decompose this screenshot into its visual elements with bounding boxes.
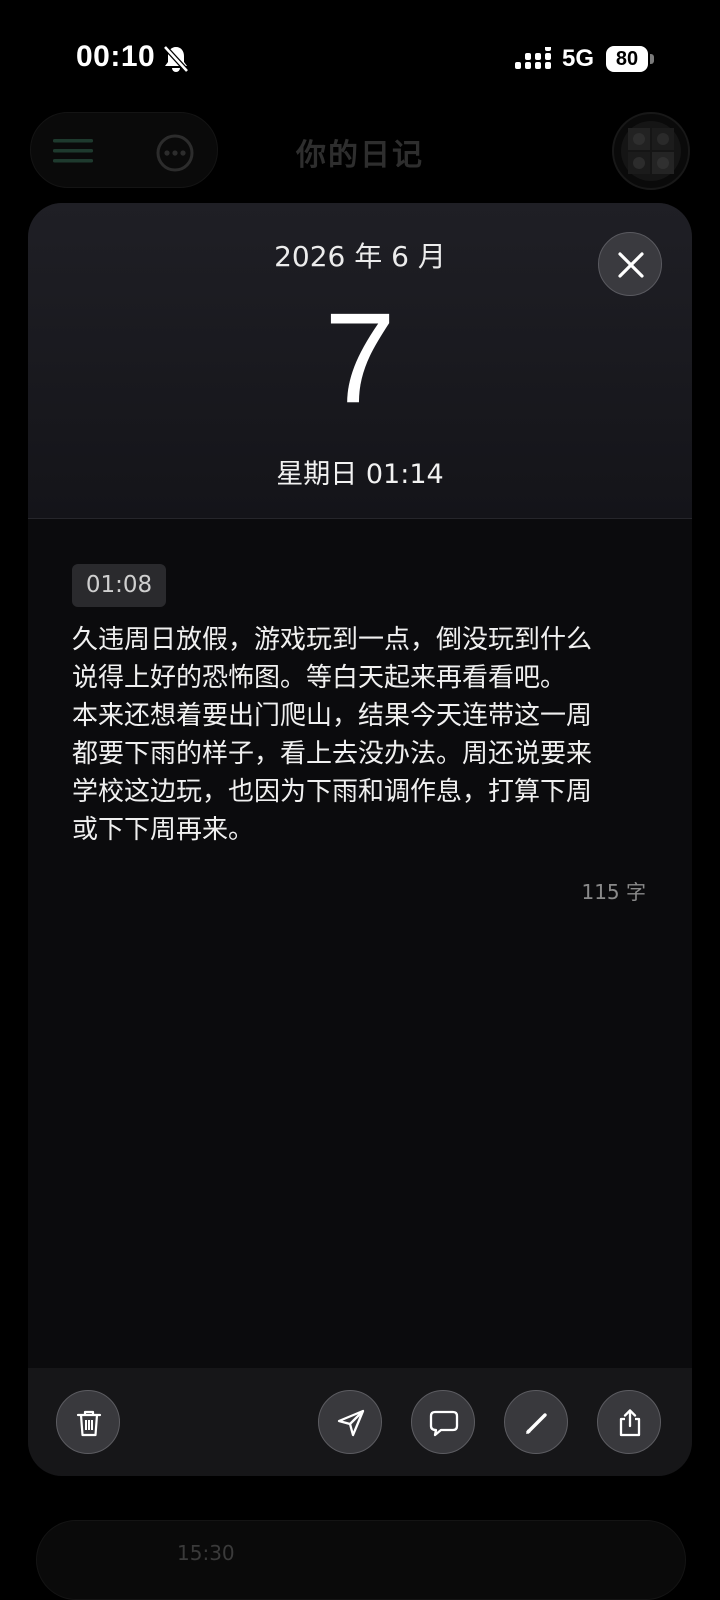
avatar[interactable] [612,112,690,190]
share-icon [619,1409,641,1437]
network-label: 5G [562,45,595,72]
close-button[interactable] [598,232,662,296]
comment-icon [429,1410,459,1437]
trash-icon [76,1410,102,1437]
signal-icon [515,45,553,73]
status-bar: 00:10 5G 80 [0,0,720,110]
next-entry-time: 15:30 [177,1541,235,1565]
status-time: 00:10 [76,40,156,73]
date-header: 2026 年 6 月 7 星期日 01:14 [28,203,692,519]
share-button[interactable] [597,1390,661,1454]
battery-indicator: 80 [606,46,648,72]
entry-toolbar [28,1368,692,1476]
send-button[interactable] [318,1390,382,1454]
delete-button[interactable] [56,1390,120,1454]
app-header: 你的日记 [0,110,720,200]
next-entry-card[interactable]: 15:30 [36,1520,686,1600]
diary-detail-card: 2026 年 6 月 7 星期日 01:14 01:08 久违周日放假，游戏玩到… [28,203,692,1476]
send-icon [337,1409,365,1437]
entry-time-badge: 01:08 [72,564,166,607]
bell-slash-icon [162,44,190,74]
comment-button[interactable] [411,1390,475,1454]
month-label: 2026 年 6 月 [274,240,446,273]
day-number: 7 [324,287,396,430]
battery-tip [650,54,654,64]
weekday-time: 星期日 01:14 [276,459,444,490]
close-icon [618,252,644,278]
entry-body: 久违周日放假，游戏玩到一点，倒没玩到什么 说得上好的恐怖图。等白天起来再看看吧。… [72,625,593,845]
edit-button[interactable] [504,1390,568,1454]
pencil-icon [526,1413,547,1434]
word-count: 115 字 [581,880,646,904]
